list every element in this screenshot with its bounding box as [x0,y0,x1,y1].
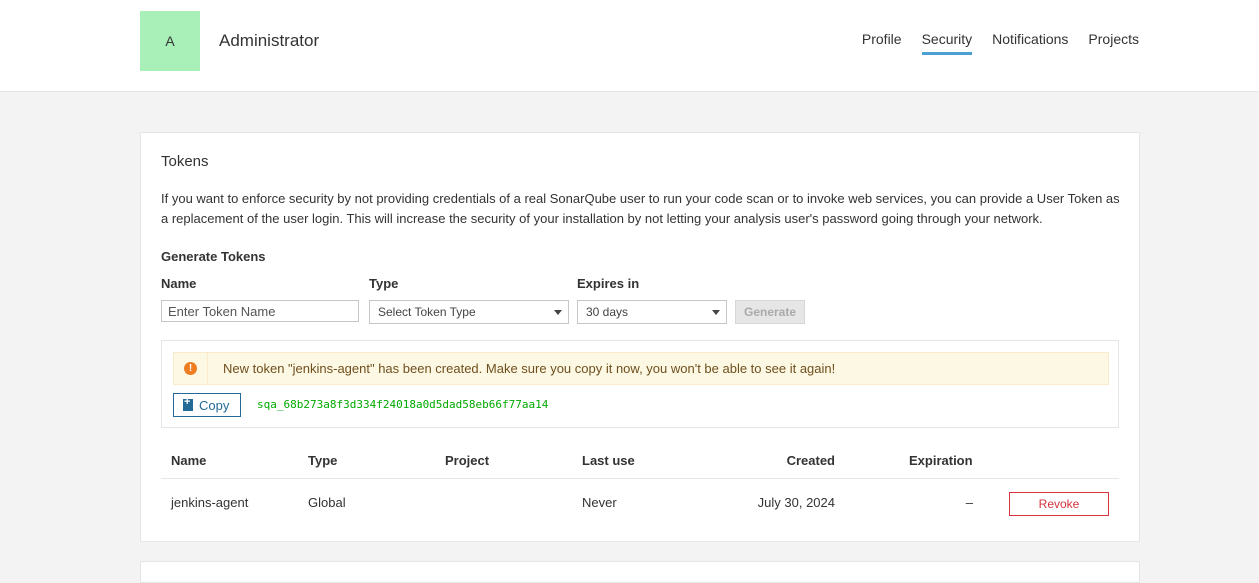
token-name-input[interactable] [161,300,359,322]
new-token-panel: ! New token "jenkins-agent" has been cre… [161,340,1119,428]
generate-tokens-title: Generate Tokens [161,249,266,264]
copy-icon [183,396,193,411]
token-name-cell: jenkins-agent [171,495,249,510]
tokens-card: Tokens If you want to enforce security b… [140,132,1140,542]
avatar: A [140,11,200,71]
token-type-select[interactable]: Select Token Type [369,300,569,324]
chevron-down-icon [554,310,562,315]
table-divider [161,478,1119,479]
revoke-button[interactable]: Revoke [1009,492,1109,516]
generate-button[interactable]: Generate [735,300,805,324]
token-expiration-cell: – [965,495,973,510]
expires-select[interactable]: 30 days [577,300,727,324]
alert-icon-container: ! [174,353,208,384]
user-name: Administrator [219,31,320,50]
column-header-created: Created [786,453,835,468]
avatar-letter: A [165,33,175,49]
warning-alert: ! New token "jenkins-agent" has been cre… [173,352,1109,385]
tokens-description: If you want to enforce security by not p… [161,191,1120,226]
column-header-name: Name [171,453,207,468]
tab-projects[interactable]: Projects [1088,31,1139,53]
token-value: sqa_68b273a8f3d334f24018a0d5dad58eb66f77… [257,398,549,411]
column-header-last-use: Last use [582,453,635,468]
expires-label: Expires in [577,276,640,291]
tab-notifications[interactable]: Notifications [992,31,1068,53]
name-label: Name [161,276,197,291]
warning-icon: ! [184,362,197,375]
chevron-down-icon [712,310,720,315]
top-bar: A Administrator Profile Security Notific… [0,0,1259,92]
column-header-type: Type [308,453,338,468]
token-created-cell: July 30, 2024 [757,495,835,510]
column-header-expiration: Expiration [909,453,973,468]
column-header-project: Project [445,453,490,468]
type-label: Type [369,276,399,291]
copy-label: Copy [199,397,230,413]
account-nav: Profile Security Notifications Projects [842,31,1139,55]
tab-security[interactable]: Security [921,31,972,55]
alert-message: New token "jenkins-agent" has been creat… [223,361,836,376]
tokens-title: Tokens [161,153,209,170]
token-type-value: Select Token Type [378,305,476,319]
tab-profile[interactable]: Profile [862,31,902,53]
token-last-use-cell: Never [582,495,617,510]
next-card [140,561,1140,583]
expires-value: 30 days [586,305,629,319]
copy-button[interactable]: Copy [173,393,241,417]
token-type-cell: Global [308,495,346,510]
